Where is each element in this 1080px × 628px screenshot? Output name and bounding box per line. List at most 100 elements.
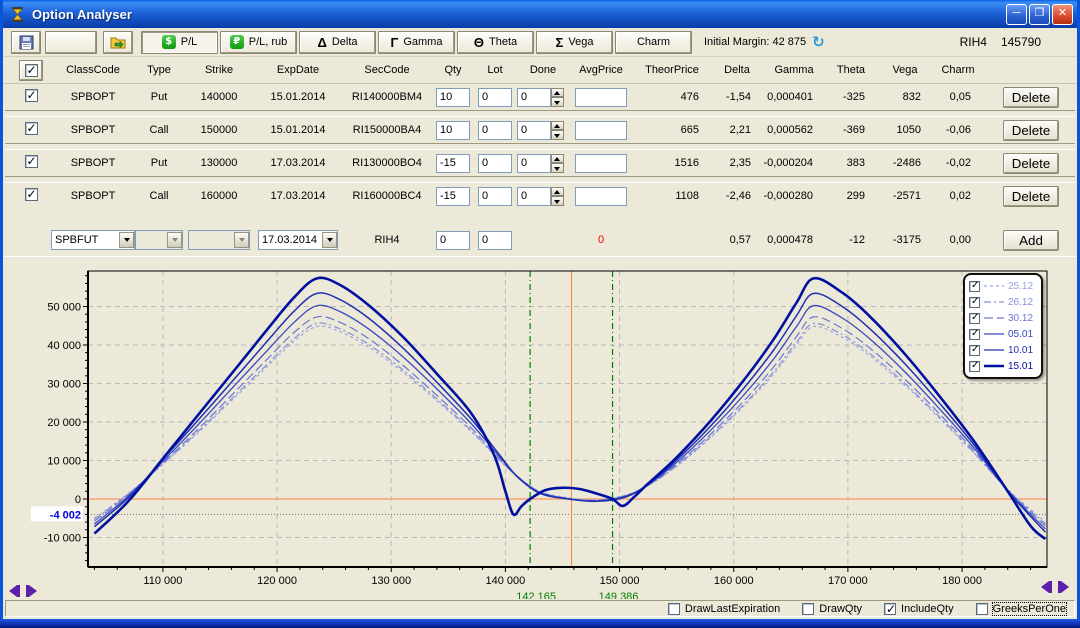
theta-toggle-button[interactable]: Θ Theta [457,31,534,54]
legend-item-25.12[interactable]: 25.12 [969,278,1037,294]
save-icon [19,35,34,50]
qty-input[interactable] [436,187,470,206]
row-checkbox[interactable] [25,155,38,168]
include-qty-checkbox[interactable] [884,603,896,615]
done-input[interactable] [517,121,551,140]
greeks-per-one-option[interactable]: GreeksPerOne [976,603,1066,615]
lot-input[interactable] [478,88,512,107]
done-spinner[interactable] [551,187,564,206]
row-divider [5,143,1075,150]
delete-button[interactable]: Delete [1003,120,1059,141]
add-button[interactable]: Add [1003,230,1059,251]
classcode-combo[interactable]: SPBFUT [51,230,135,250]
greeks-per-one-checkbox[interactable] [976,603,988,615]
refresh-icon[interactable]: ↻ [812,33,825,51]
strike-combo[interactable] [188,230,250,250]
maximize-button[interactable]: ❐ [1029,4,1050,25]
legend-item-30.12[interactable]: 30.12 [969,310,1037,326]
delete-button[interactable]: Delete [1003,87,1059,108]
delete-button[interactable]: Delete [1003,153,1059,174]
chart-legend: 25.1226.1230.1205.0110.0115.01 [963,273,1043,379]
pl-toggle-button[interactable]: $ P/L [141,31,218,54]
pan-left-controls [9,585,37,597]
toggle-all-checkbox[interactable] [25,64,38,77]
avgprice-input[interactable] [575,121,627,140]
avgprice-input[interactable] [575,154,627,173]
avgprice-input[interactable] [575,88,627,107]
minimize-button[interactable]: ─ [1006,4,1027,25]
svg-text:0: 0 [75,494,81,506]
draw-qty-checkbox[interactable] [802,603,814,615]
type-combo[interactable] [135,230,183,250]
svg-text:50 000: 50 000 [47,302,81,314]
toggle-all-button[interactable] [19,60,43,81]
save-button[interactable] [11,31,41,54]
legend-checkbox[interactable] [969,345,980,356]
legend-line-sample [983,282,1005,290]
pl-rub-toggle-button[interactable]: ₽ P/L, rub [220,31,297,54]
avgprice-input[interactable] [575,187,627,206]
qty-input[interactable] [436,121,470,140]
add-lot-input[interactable] [478,231,512,250]
row-checkbox[interactable] [25,89,38,102]
pan-right-icon[interactable] [1058,581,1069,593]
series-30.12 [94,316,1045,525]
row-checkbox[interactable] [25,122,38,135]
header-type: Type [135,64,183,76]
done-input[interactable] [517,187,551,206]
done-spinner[interactable] [551,154,564,173]
include-qty-option[interactable]: IncludeQty [884,603,954,615]
legend-item-10.01[interactable]: 10.01 [969,342,1037,358]
row-checkbox[interactable] [25,188,38,201]
lot-input[interactable] [478,187,512,206]
legend-line-sample [983,298,1005,306]
pan-left-icon[interactable] [9,585,20,597]
qty-input[interactable] [436,88,470,107]
legend-checkbox[interactable] [969,313,980,324]
done-spinner[interactable] [551,88,564,107]
legend-item-26.12[interactable]: 26.12 [969,294,1037,310]
vega-toggle-button[interactable]: Σ Vega [536,31,613,54]
qty-input[interactable] [436,154,470,173]
row-vega: -2486 [877,157,933,169]
legend-checkbox[interactable] [969,329,980,340]
draw-last-expiration-option[interactable]: DrawLastExpiration [668,603,780,615]
close-button[interactable]: ✕ [1052,4,1073,25]
delete-button[interactable]: Delete [1003,186,1059,207]
lot-input[interactable] [478,121,512,140]
draw-qty-option[interactable]: DrawQty [802,603,862,615]
add-theta: -12 [825,234,877,246]
legend-checkbox[interactable] [969,297,980,308]
chevron-down-icon[interactable] [322,232,337,248]
legend-item-05.01[interactable]: 05.01 [969,326,1037,342]
done-input[interactable] [517,154,551,173]
add-seccode: RIH4 [341,234,433,246]
svg-text:-10 000: -10 000 [44,533,81,545]
chevron-down-icon[interactable] [167,232,182,248]
lot-input[interactable] [478,154,512,173]
expdate-combo[interactable]: 17.03.2014 [258,230,338,250]
add-qty-input[interactable] [436,231,470,250]
done-spinner[interactable] [551,121,564,140]
pl-chart-canvas[interactable]: 50 00040 00030 00020 00010 0000-10 00011… [3,257,1077,599]
chevron-down-icon[interactable] [119,232,134,248]
header-lot: Lot [473,64,517,76]
draw-last-expiration-checkbox[interactable] [668,603,680,615]
delta-icon: Δ [317,35,326,50]
row-vega: 1050 [877,124,933,136]
gamma-toggle-button[interactable]: Γ Gamma [378,31,455,54]
charm-toggle-button[interactable]: Charm [615,31,692,54]
done-input[interactable] [517,88,551,107]
legend-checkbox[interactable] [969,281,980,292]
open-folder-button[interactable] [103,31,133,54]
vega-label: Vega [568,36,593,48]
delta-toggle-button[interactable]: Δ Delta [299,31,376,54]
pan-left-icon[interactable] [1041,581,1052,593]
legend-checkbox[interactable] [969,361,980,372]
pan-right-icon[interactable] [26,585,37,597]
legend-item-15.01[interactable]: 15.01 [969,358,1037,374]
greeks-per-one-label: GreeksPerOne [993,603,1066,615]
blank-button[interactable] [45,31,97,54]
row-expdate: 15.01.2014 [255,124,341,136]
chevron-down-icon[interactable] [234,232,249,248]
